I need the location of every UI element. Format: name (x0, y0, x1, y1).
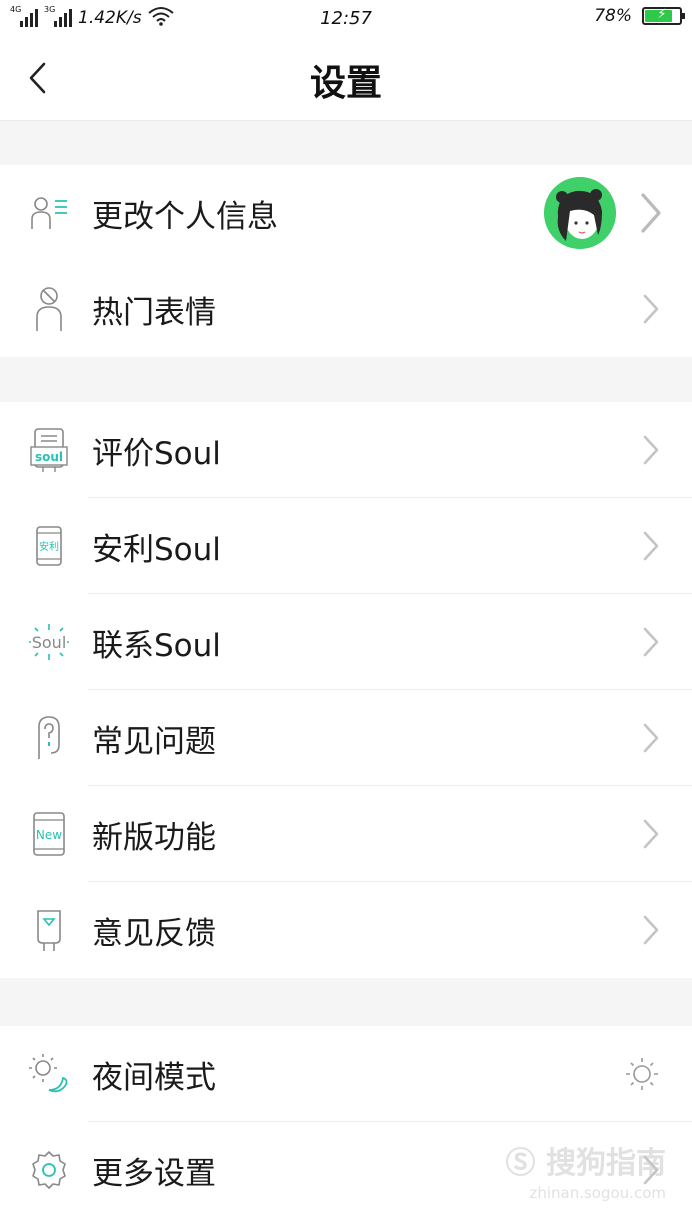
network-type-1: 4G (10, 5, 22, 14)
emoji-icon (26, 284, 72, 334)
settings-row-label: 夜间模式 (92, 1059, 216, 1096)
chevron-right-icon (643, 294, 659, 324)
gear-icon (26, 1145, 72, 1195)
chevron-right-icon (643, 723, 659, 753)
faq-icon (26, 713, 72, 763)
settings-row-faq[interactable]: 常见问题 (0, 690, 692, 786)
chevron-right-icon (641, 193, 661, 233)
network-speed: 1.42K/s (78, 8, 142, 28)
settings-row-label: 意见反馈 (92, 915, 216, 952)
settings-group-soul: soul 评价Soul 安利 安利Soul Soul 联系Soul 常见问题 N… (0, 402, 692, 978)
settings-row-rate-soul[interactable]: soul 评价Soul (0, 402, 692, 498)
network-type-2: 3G (44, 5, 56, 14)
chevron-right-icon (643, 1155, 659, 1185)
status-bar: 4G 3G 1.42K/s 12:57 78% ⚡ (0, 0, 692, 36)
settings-row-feedback[interactable]: 意见反馈 (0, 882, 692, 978)
signal-icon-3g: 3G (44, 5, 72, 27)
wifi-icon (147, 6, 174, 31)
settings-row-popular-stickers[interactable]: 热门表情 (0, 261, 692, 357)
settings-row-label: 评价Soul (92, 435, 221, 472)
new-features-icon-text: New (36, 828, 62, 842)
settings-row-label: 热门表情 (92, 294, 216, 331)
page-title: 设置 (309, 63, 382, 104)
settings-row-edit-profile[interactable]: 更改个人信息 (0, 165, 692, 261)
status-right: 78% ⚡ (594, 6, 685, 26)
settings-row-contact-soul[interactable]: Soul 联系Soul (0, 594, 692, 690)
settings-group-account: 更改个人信息 热门表情 (0, 165, 692, 357)
chevron-right-icon (643, 435, 659, 465)
avatar (544, 177, 616, 249)
signal-icon-4g: 4G (10, 5, 38, 27)
sun-icon (626, 1058, 658, 1090)
chevron-right-icon (643, 819, 659, 849)
settings-row-label: 新版功能 (92, 819, 216, 856)
battery-percent: 78% (594, 6, 632, 26)
contact-soul-icon: Soul (26, 617, 72, 667)
settings-row-share-soul[interactable]: 安利 安利Soul (0, 498, 692, 594)
chevron-right-icon (643, 915, 659, 945)
share-phone-icon-text: 安利 (39, 540, 59, 553)
settings-row-label: 更改个人信息 (92, 198, 278, 235)
status-left: 4G 3G 1.42K/s (10, 5, 310, 31)
back-button[interactable] (22, 58, 52, 98)
share-phone-icon: 安利 (26, 521, 72, 571)
settings-row-more-settings[interactable]: 更多设置 (0, 1122, 692, 1218)
settings-group-display: 夜间模式 更多设置 (0, 1026, 692, 1230)
contact-soul-icon-text: Soul (32, 633, 67, 652)
charging-bolt-icon: ⚡ (657, 7, 667, 22)
profile-icon (26, 188, 72, 238)
battery-icon: ⚡ (642, 7, 685, 25)
night-mode-toggle[interactable] (624, 1056, 660, 1092)
night-mode-icon (26, 1049, 72, 1099)
settings-row-label: 常见问题 (92, 723, 216, 760)
settings-row-new-features[interactable]: New 新版功能 (0, 786, 692, 882)
chevron-right-icon (643, 627, 659, 657)
settings-row-label: 更多设置 (92, 1155, 216, 1192)
chevron-left-icon (29, 62, 46, 94)
settings-row-label: 安利Soul (92, 531, 221, 568)
nav-bar: 设置 (0, 36, 692, 121)
rate-soul-icon-text: soul (35, 450, 63, 464)
chevron-right-icon (643, 531, 659, 561)
settings-row-night-mode[interactable]: 夜间模式 (0, 1026, 692, 1122)
new-features-icon: New (26, 809, 72, 859)
rate-soul-icon: soul (26, 425, 72, 475)
settings-row-label: 联系Soul (92, 627, 221, 664)
feedback-icon (26, 905, 72, 955)
